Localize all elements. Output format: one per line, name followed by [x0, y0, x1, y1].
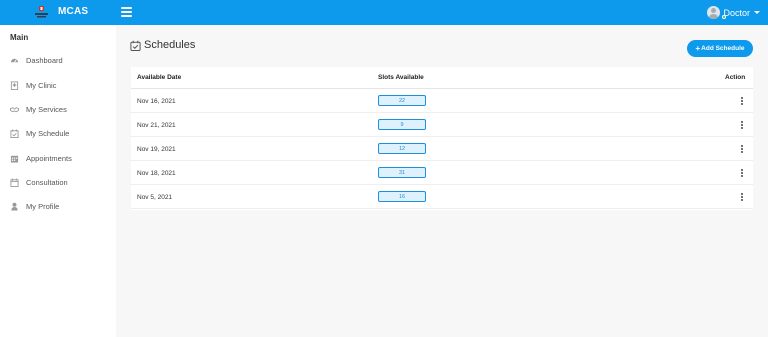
- sidebar-item-label: My Clinic: [26, 80, 57, 90]
- sidebar-section-title: Main: [10, 33, 29, 42]
- menu-toggle-button[interactable]: [121, 7, 132, 17]
- add-schedule-button[interactable]: + Add Schedule: [687, 40, 753, 57]
- table-row: Nov 21, 2021 9: [131, 113, 753, 137]
- table-row: Nov 19, 2021 12: [131, 137, 753, 161]
- table-row: Nov 16, 2021 22: [131, 89, 753, 113]
- user-name: Doctor: [723, 7, 750, 18]
- row-action-menu-button[interactable]: [737, 95, 747, 106]
- row-date: Nov 16, 2021: [137, 98, 176, 105]
- sidebar-item-label: My Services: [26, 104, 67, 114]
- add-schedule-label: Add Schedule: [701, 45, 745, 52]
- slots-badge: 9: [378, 119, 426, 130]
- page-title: Schedules: [144, 39, 196, 51]
- sidebar-item-appointments[interactable]: Appointments: [0, 149, 116, 167]
- plus-icon: +: [695, 43, 701, 53]
- top-navbar: MCAS Doctor: [0, 0, 768, 25]
- calendar-check-icon: [130, 40, 141, 51]
- row-date: Nov 18, 2021: [137, 170, 176, 177]
- avatar: [707, 6, 721, 19]
- slots-badge: 22: [378, 95, 426, 106]
- table-row: Nov 18, 2021 31: [131, 161, 753, 185]
- calendar-blank-icon: [10, 177, 19, 187]
- sidebar-item-my-schedule[interactable]: My Schedule: [0, 124, 116, 142]
- sidebar-item-consultation[interactable]: Consultation: [0, 173, 116, 191]
- page-header: Schedules: [130, 39, 195, 51]
- user-icon: [10, 202, 19, 211]
- column-header-slots: Slots Available: [378, 74, 424, 81]
- sidebar-item-dashboard[interactable]: Dashboard: [0, 51, 116, 69]
- calendar-check-icon: [10, 128, 19, 138]
- sidebar: Main Dashboard My Clinic My Services My …: [0, 25, 116, 337]
- row-action-menu-button[interactable]: [737, 119, 747, 130]
- slots-badge: 31: [378, 167, 426, 178]
- online-status-dot: [722, 15, 726, 19]
- row-action-menu-button[interactable]: [737, 143, 747, 154]
- sidebar-item-label: My Schedule: [26, 128, 70, 138]
- sidebar-item-label: Dashboard: [26, 55, 63, 65]
- user-menu[interactable]: Doctor: [707, 5, 760, 20]
- slots-badge: 12: [378, 143, 426, 154]
- brand[interactable]: MCAS: [0, 0, 116, 25]
- sidebar-item-label: Appointments: [26, 153, 72, 163]
- sidebar-item-label: Consultation: [26, 177, 68, 187]
- slots-badge: 16: [378, 191, 426, 202]
- calendar-icon: [10, 154, 19, 163]
- table-header: Available Date Slots Available Action: [131, 67, 753, 89]
- dashboard-icon: [10, 56, 19, 65]
- sidebar-item-label: My Profile: [26, 201, 60, 211]
- sidebar-item-my-clinic[interactable]: My Clinic: [0, 76, 116, 94]
- row-date: Nov 5, 2021: [137, 194, 173, 201]
- row-date: Nov 21, 2021: [137, 122, 176, 129]
- clinic-icon: [10, 80, 19, 90]
- table-row: Nov 5, 2021 16: [131, 185, 753, 209]
- column-header-action: Action: [725, 74, 746, 81]
- column-header-date: Available Date: [137, 74, 182, 81]
- brand-name: MCAS: [58, 6, 89, 17]
- sidebar-item-my-services[interactable]: My Services: [0, 100, 116, 118]
- row-action-menu-button[interactable]: [737, 167, 747, 178]
- row-action-menu-button[interactable]: [737, 191, 747, 202]
- caret-down-icon: [754, 11, 760, 14]
- schedules-table: Available Date Slots Available Action No…: [131, 67, 753, 210]
- logo-icon: [35, 6, 48, 18]
- handshake-icon: [10, 105, 19, 114]
- row-date: Nov 19, 2021: [137, 146, 176, 153]
- sidebar-item-my-profile[interactable]: My Profile: [0, 197, 116, 215]
